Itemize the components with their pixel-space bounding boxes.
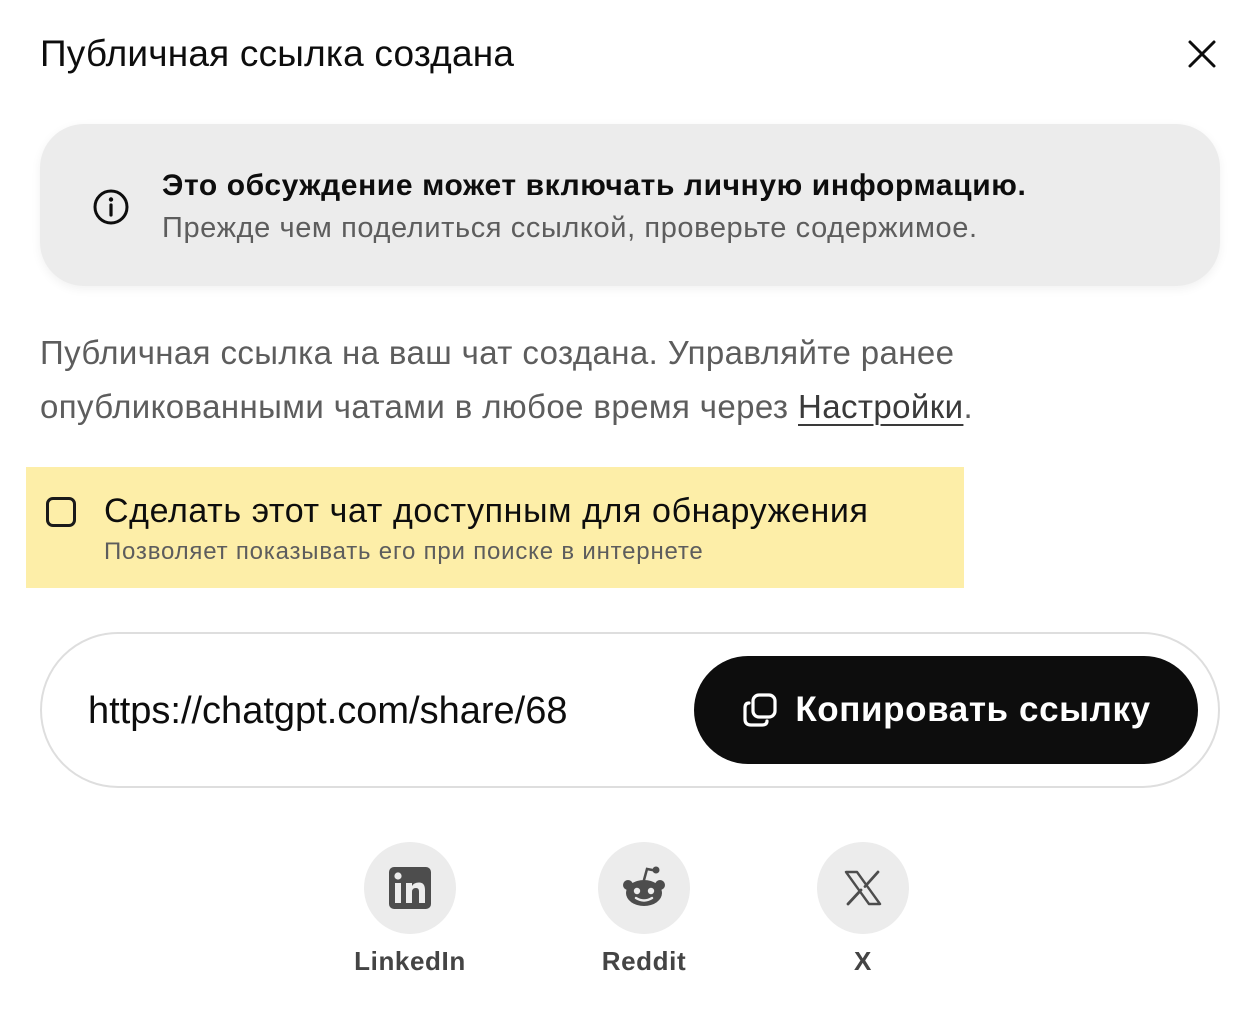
- close-button[interactable]: [1178, 30, 1226, 78]
- x-icon: [844, 870, 882, 906]
- settings-link[interactable]: Настройки: [798, 388, 963, 425]
- discoverable-option[interactable]: Сделать этот чат доступным для обнаружен…: [26, 467, 964, 588]
- close-icon: [1188, 40, 1216, 68]
- share-linkedin-button[interactable]: LinkedIn: [335, 842, 485, 982]
- warning-subtitle: Прежде чем поделиться ссылкой, проверьте…: [162, 212, 978, 244]
- share-x-button[interactable]: X: [788, 842, 938, 982]
- reddit-circle: [598, 842, 690, 934]
- linkedin-icon: [389, 867, 431, 909]
- privacy-warning-card: Это обсуждение может включать личную инф…: [40, 124, 1220, 286]
- linkedin-label: LinkedIn: [354, 946, 466, 976]
- share-description: Публичная ссылка на ваш чат создана. Упр…: [40, 326, 1220, 434]
- dialog-title: Публичная ссылка создана: [40, 33, 515, 74]
- warning-title: Это обсуждение может включать личную инф…: [162, 169, 1027, 202]
- reddit-label: Reddit: [601, 946, 687, 976]
- x-circle: [817, 842, 909, 934]
- share-reddit-button[interactable]: Reddit: [569, 842, 719, 982]
- copy-link-button[interactable]: Копировать ссылку: [694, 656, 1198, 764]
- copy-icon: [743, 693, 777, 727]
- info-icon: [93, 189, 129, 225]
- reddit-icon: [623, 866, 665, 906]
- x-label: X: [854, 946, 872, 976]
- discoverable-checkbox[interactable]: [46, 497, 76, 527]
- linkedin-circle: [364, 842, 456, 934]
- discoverable-sublabel: Позволяет показывать его при поиске в ин…: [104, 538, 704, 565]
- share-url-field[interactable]: https://chatgpt.com/share/68: [88, 684, 640, 738]
- description-suffix: .: [963, 388, 974, 425]
- discoverable-label: Сделать этот чат доступным для обнаружен…: [104, 492, 869, 530]
- share-link-row: https://chatgpt.com/share/68 Копировать …: [40, 632, 1220, 788]
- copy-link-label: Копировать ссылку: [795, 690, 1151, 729]
